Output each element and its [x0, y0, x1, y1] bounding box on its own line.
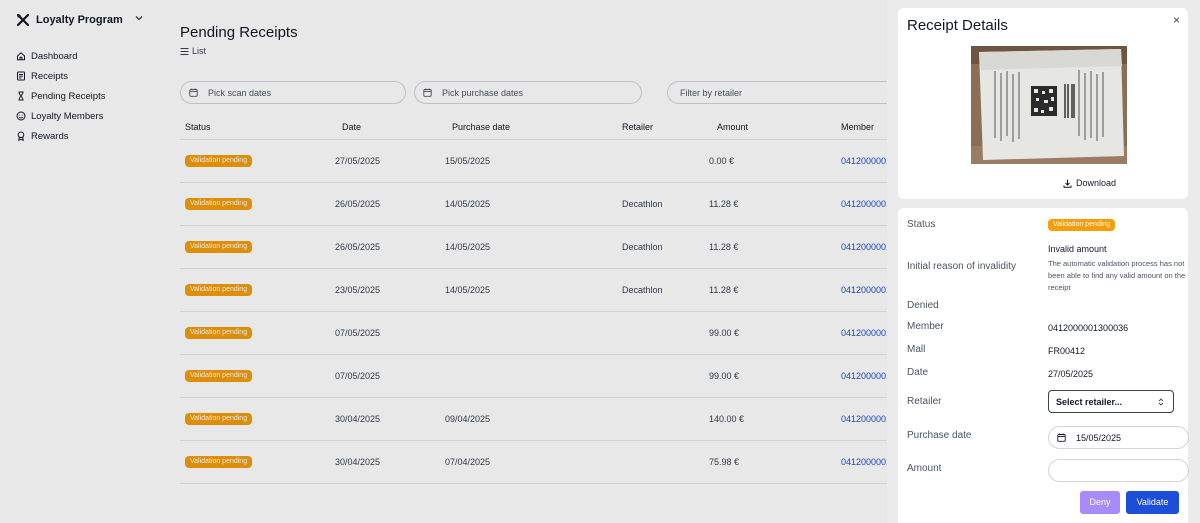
download-label: Download [1076, 178, 1117, 188]
amount-input[interactable] [1048, 459, 1189, 482]
retailer-select[interactable]: Select retailer... [1048, 390, 1174, 413]
receipt-preview-card: Receipt Details × Download [898, 8, 1188, 199]
date-value: 27/05/2025 [1048, 369, 1094, 379]
download-icon [1063, 179, 1072, 188]
retailer-select-value: Select retailer... [1056, 396, 1123, 407]
mall-value: FR00412 [1048, 346, 1086, 356]
status-label: Status [907, 219, 936, 230]
status-badge: Validation pending [1048, 219, 1116, 231]
denied-label: Denied [907, 300, 939, 311]
reason-label: Initial reason of invalidity [907, 261, 1016, 272]
purchase-date-label: Purchase date [907, 430, 972, 441]
reason-title: Invalid amount [1048, 244, 1107, 254]
receipt-fields-card: Status Validation pending Initial reason… [898, 208, 1189, 523]
member-link[interactable]: 0412000001300036 [1048, 323, 1128, 333]
member-label: Member [907, 321, 944, 332]
validate-button[interactable]: Validate [1126, 491, 1179, 514]
calendar-icon [1057, 433, 1066, 442]
deny-button[interactable]: Deny [1080, 491, 1120, 514]
reason-description: The automatic validation process has not… [1048, 259, 1186, 292]
purchase-date-input[interactable]: 15/05/2025 [1048, 426, 1189, 449]
retailer-label: Retailer [907, 396, 942, 407]
close-icon[interactable]: × [1173, 13, 1180, 27]
purchase-date-value: 15/05/2025 [1076, 432, 1122, 443]
date-label: Date [907, 367, 929, 378]
receipt-details-drawer: Receipt Details × Download Status Valida… [887, 0, 1200, 523]
modal-overlay[interactable] [0, 0, 887, 523]
amount-label: Amount [907, 463, 942, 474]
receipt-image[interactable] [971, 46, 1127, 164]
download-button[interactable]: Download [1063, 178, 1116, 188]
chevron-up-down-icon [1158, 398, 1164, 406]
mall-label: Mall [907, 344, 926, 355]
drawer-title: Receipt Details [907, 17, 1008, 34]
